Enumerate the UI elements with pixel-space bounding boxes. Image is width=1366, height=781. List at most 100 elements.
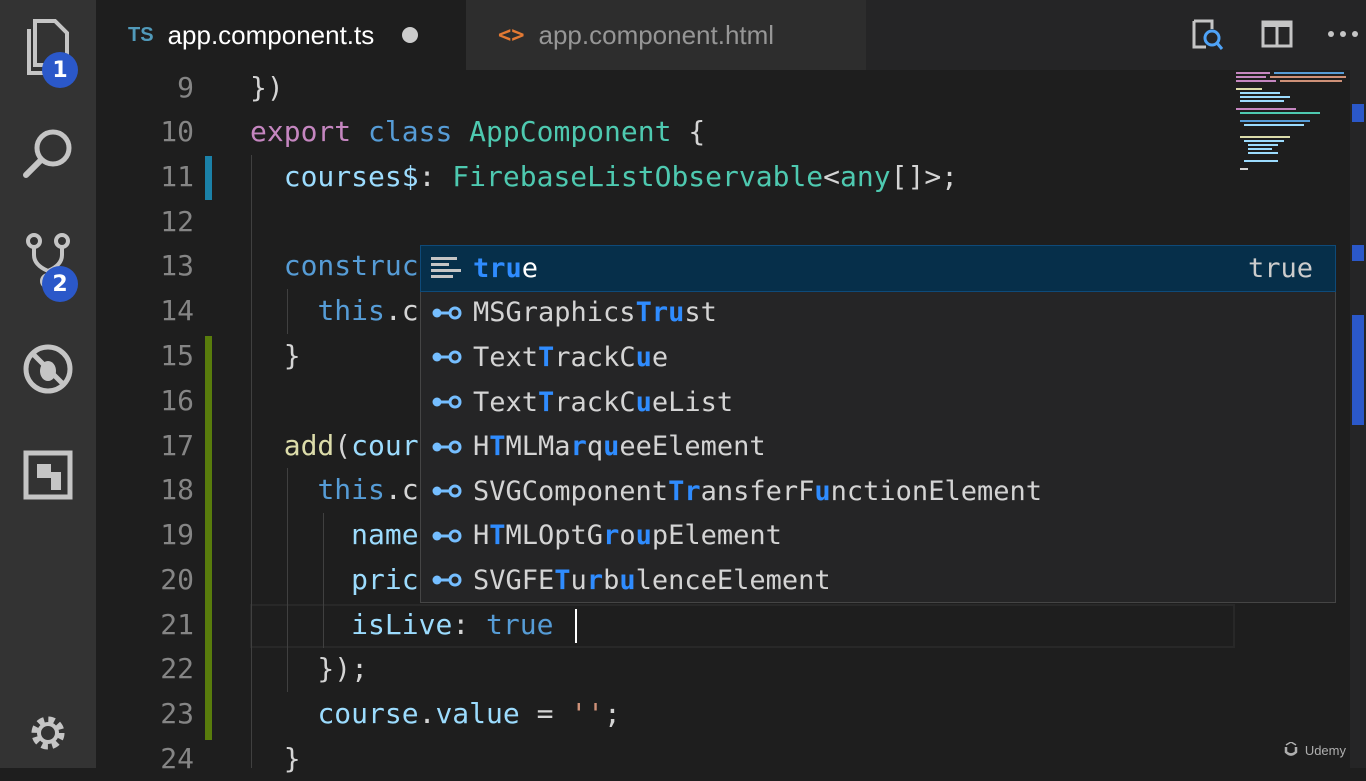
line-number: 14 [160, 294, 194, 327]
label-segment: nctionElement [830, 475, 1042, 507]
label-segment: MLMa [505, 431, 571, 463]
label-segment: pElement [651, 520, 782, 552]
match-highlight: T [489, 431, 506, 463]
label-segment: rackC [554, 341, 636, 373]
autocomplete-widget: true true MSGraphicsTrust TextTrackCue T… [420, 245, 1336, 603]
interface-icon [431, 342, 465, 372]
label-segment: ansferF [700, 475, 815, 507]
match-highlight: u [635, 341, 652, 373]
match-highlight: tru [473, 252, 522, 284]
label-segment: q [586, 431, 604, 463]
label-segment: rackC [554, 386, 636, 418]
label-segment: e [651, 341, 669, 373]
tab-app-component-ts[interactable]: TS app.component.ts [96, 0, 466, 70]
match-highlight: r [570, 431, 587, 463]
label-segment: u [570, 564, 587, 596]
interface-icon [431, 476, 465, 506]
line-number: 21 [160, 608, 194, 641]
line-number: 13 [160, 249, 194, 282]
label-segment: e [521, 252, 539, 284]
tab-bar: TS app.component.ts <> app.component.htm… [96, 0, 1366, 70]
match-highlight: T [554, 564, 571, 596]
line-number: 17 [160, 429, 194, 462]
interface-icon [431, 565, 465, 595]
debug-icon [23, 344, 73, 394]
suggestion-label: HTMLMarqueeElement [473, 431, 766, 462]
typescript-file-icon: TS [128, 23, 154, 46]
code-line: } [250, 742, 301, 775]
label-segment: st [684, 297, 717, 329]
label-segment: SVGFE [473, 564, 555, 596]
explorer-button[interactable]: 1 [0, 12, 96, 88]
label-segment: H [473, 431, 490, 463]
label-segment: MSGraphics [473, 297, 636, 329]
code-line: }); [250, 652, 369, 685]
label-segment: lenceElement [635, 564, 831, 596]
udemy-watermark: Udemy [1283, 742, 1346, 758]
html-file-icon: <> [498, 22, 525, 48]
suggestion-item[interactable]: SVGFETurbulenceElement [421, 558, 1335, 603]
suggestion-label: SVGComponentTransferFunctionElement [473, 476, 1042, 507]
match-highlight: u [619, 564, 636, 596]
label-segment: o [619, 520, 636, 552]
settings-button[interactable] [0, 698, 96, 768]
scrollbar-marker [1352, 245, 1364, 261]
code-line: export class AppComponent { [250, 115, 706, 148]
scm-badge: 2 [42, 266, 78, 302]
suggestion-item[interactable]: SVGComponentTransferFunctionElement [421, 469, 1335, 514]
interface-icon [431, 521, 465, 551]
line-number: 15 [160, 339, 194, 372]
minimap[interactable] [1234, 70, 1354, 180]
open-changes-icon[interactable] [1190, 17, 1224, 51]
line-number: 22 [160, 652, 194, 685]
suggestion-label: TextTrackCueList [473, 387, 733, 418]
code-line: add(cour [283, 429, 419, 462]
match-highlight: T [538, 386, 555, 418]
debug-button[interactable] [0, 334, 96, 404]
suggestion-label: true [473, 253, 538, 284]
suggestion-detail: true [1247, 252, 1313, 284]
interface-icon [431, 432, 465, 462]
line-number: 12 [160, 205, 194, 238]
split-editor-icon[interactable] [1260, 17, 1294, 51]
code-line: this.c [317, 473, 419, 506]
line-number: 23 [160, 697, 194, 730]
line-number: 19 [160, 518, 194, 551]
git-added-indicator[interactable] [205, 336, 212, 740]
search-button[interactable] [0, 118, 96, 188]
match-highlight: Tru [635, 297, 685, 329]
suggestion-item[interactable]: TextTrackCueList [421, 380, 1335, 425]
label-segment: SVGComponent [473, 475, 669, 507]
unsaved-dot-icon[interactable] [402, 27, 419, 43]
scrollbar-marker [1352, 315, 1364, 425]
watermark-text: Udemy [1304, 742, 1346, 758]
suggestion-item[interactable]: MSGraphicsTrust [421, 291, 1335, 336]
suggestion-item[interactable]: HTMLMarqueeElement [421, 424, 1335, 469]
label-segment: eList [651, 386, 734, 418]
tab-app-component-html[interactable]: <> app.component.html [466, 0, 866, 70]
code-line: this.c [317, 294, 419, 327]
snippet-icon [431, 253, 465, 283]
match-highlight: u [635, 386, 652, 418]
code-line: course.value = ''; [317, 697, 621, 730]
udemy-logo-icon [1284, 742, 1298, 756]
suggestion-item[interactable]: true true [420, 245, 1336, 292]
extensions-button[interactable] [0, 440, 96, 510]
code-line: isLive: true [351, 608, 554, 641]
suggestion-item[interactable]: HTMLOptGroupElement [421, 514, 1335, 559]
match-highlight: u [635, 520, 652, 552]
code-line: courses$: FirebaseListObservable<any[]>; [283, 160, 959, 193]
line-number: 11 [160, 160, 194, 193]
source-control-button[interactable]: 2 [0, 226, 96, 302]
suggestion-label: HTMLOptGroupElement [473, 520, 782, 551]
code-line: } [250, 339, 301, 372]
label-segment: Text [473, 341, 539, 373]
line-number: 18 [160, 473, 194, 506]
git-modified-indicator[interactable] [205, 156, 212, 200]
match-highlight: T [489, 520, 506, 552]
search-icon [23, 129, 72, 178]
more-actions-icon[interactable] [1326, 17, 1360, 51]
line-number: 10 [160, 115, 194, 148]
match-highlight: T [538, 341, 555, 373]
suggestion-item[interactable]: TextTrackCue [421, 335, 1335, 380]
